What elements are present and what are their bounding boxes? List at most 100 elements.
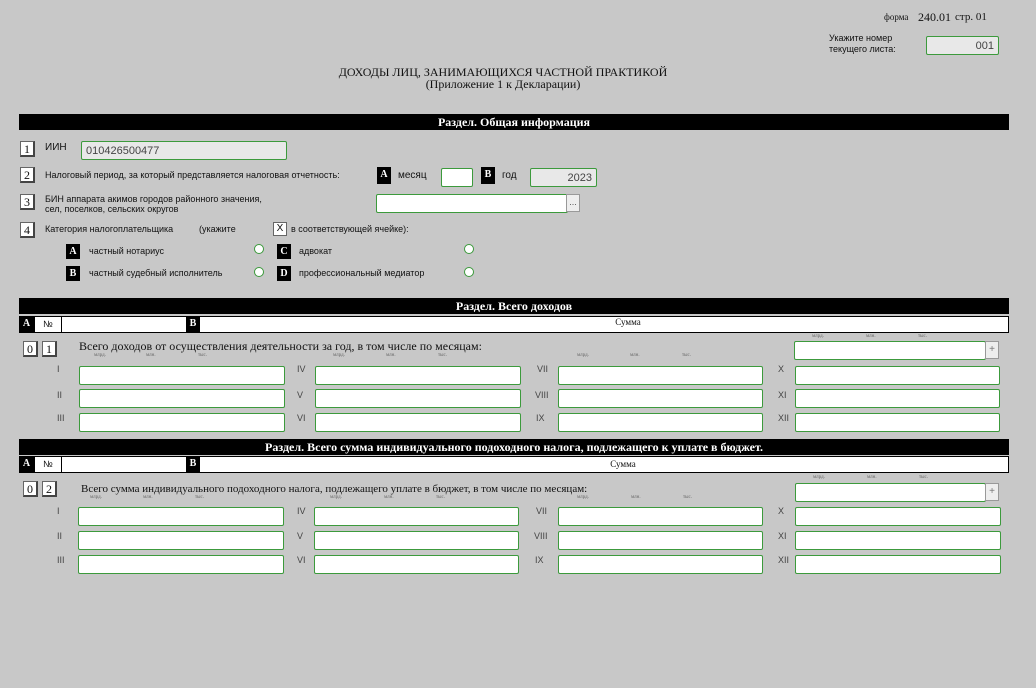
tax-month-input[interactable] (559, 556, 762, 573)
tax-month-input[interactable] (79, 556, 283, 573)
unit-mln: млн. (384, 495, 394, 500)
unit-thous: тыс. (198, 353, 208, 358)
bin-label-line2: сел, поселков, сельских округов (45, 204, 179, 214)
tax-month-field[interactable] (558, 531, 763, 550)
category-a-tag: A (66, 244, 80, 259)
bin-input[interactable] (377, 195, 567, 212)
income-month-input[interactable] (559, 390, 762, 407)
tax-code-digit-1: 0 (23, 481, 38, 497)
bin-lookup-button[interactable]: ... (566, 194, 580, 212)
income-month-input[interactable] (796, 367, 999, 384)
tax-total-field[interactable] (795, 483, 986, 502)
month-field[interactable] (441, 168, 473, 187)
income-month-field[interactable] (558, 413, 763, 432)
income-month-input[interactable] (80, 367, 284, 384)
category-d-radio[interactable] (464, 267, 474, 277)
tax-month-label: II (57, 531, 63, 541)
sheet-number-input[interactable] (927, 37, 998, 54)
income-month-field[interactable] (79, 366, 285, 385)
tax-month-field[interactable] (78, 507, 284, 526)
field-number-2: 2 (20, 167, 35, 183)
tax-total-input[interactable] (796, 484, 985, 501)
income-month-input[interactable] (559, 367, 762, 384)
tax-month-input[interactable] (559, 532, 762, 549)
income-month-input[interactable] (80, 390, 284, 407)
tax-month-field[interactable] (795, 555, 1001, 574)
unit-thous: тыс. (683, 495, 693, 500)
unit-thous: тыс. (436, 495, 446, 500)
income-month-input[interactable] (316, 390, 520, 407)
category-label: Категория налогоплательщика (45, 224, 174, 234)
tax-month-field[interactable] (78, 555, 284, 574)
unit-bln: млрд. (94, 353, 106, 358)
income-month-input[interactable] (796, 390, 999, 407)
unit-mln: млн. (143, 495, 153, 500)
tax-month-field[interactable] (314, 507, 519, 526)
tax-month-input[interactable] (796, 508, 1000, 525)
month-label: месяц (398, 170, 427, 181)
unit-mln: млн. (146, 353, 156, 358)
unit-thous: тыс. (438, 353, 448, 358)
income-month-field[interactable] (558, 366, 763, 385)
unit-thous: тыс. (918, 334, 928, 339)
income-month-field[interactable] (795, 366, 1000, 385)
income-month-field[interactable] (315, 413, 521, 432)
month-input[interactable] (442, 169, 472, 186)
tax-month-field[interactable] (314, 531, 519, 550)
income-month-field[interactable] (315, 366, 521, 385)
section-tax-header: Раздел. Всего сумма индивидуального подо… (19, 439, 1009, 455)
tax-month-field[interactable] (558, 555, 763, 574)
income-total-field[interactable] (794, 341, 986, 360)
income-month-field[interactable] (315, 389, 521, 408)
income-month-input[interactable] (316, 414, 520, 431)
category-b-radio[interactable] (254, 267, 264, 277)
bin-field[interactable] (376, 194, 568, 213)
iin-label: ИИН (45, 142, 67, 153)
income-row-label: Всего доходов от осуществления деятельно… (79, 339, 482, 353)
income-month-field[interactable] (795, 389, 1000, 408)
income-month-input[interactable] (80, 414, 284, 431)
tax-month-field[interactable] (314, 555, 519, 574)
unit-bln: млрд. (333, 353, 345, 358)
category-c-tag: C (277, 244, 291, 259)
tax-month-label: I (57, 506, 60, 516)
tax-month-field[interactable] (558, 507, 763, 526)
tax-expand-button[interactable]: + (985, 483, 999, 501)
sheet-label-line1: Укажите номер (829, 33, 893, 43)
unit-bln: млрд. (812, 334, 824, 339)
income-month-label: IX (536, 413, 545, 423)
income-col-sum: Сумма (615, 317, 641, 327)
income-month-input[interactable] (796, 414, 999, 431)
unit-mln: млн. (866, 334, 876, 339)
income-month-field[interactable] (79, 413, 285, 432)
page-subtitle: (Приложение 1 к Декларации) (425, 77, 581, 91)
tax-month-input[interactable] (315, 532, 518, 549)
tax-month-field[interactable] (78, 531, 284, 550)
tax-month-input[interactable] (79, 532, 283, 549)
income-month-field[interactable] (79, 389, 285, 408)
tax-month-input[interactable] (315, 508, 518, 525)
sheet-number-field[interactable] (926, 36, 999, 55)
income-month-input[interactable] (559, 414, 762, 431)
category-a-radio[interactable] (254, 244, 264, 254)
year-input[interactable] (531, 169, 596, 186)
iin-field[interactable] (81, 141, 287, 160)
tax-month-input[interactable] (796, 556, 1000, 573)
income-expand-button[interactable]: + (985, 341, 999, 359)
income-total-input[interactable] (795, 342, 985, 359)
tax-month-input[interactable] (796, 532, 1000, 549)
year-field[interactable] (530, 168, 597, 187)
tax-col-a: A (19, 456, 34, 473)
iin-input[interactable] (82, 142, 286, 159)
tax-month-field[interactable] (795, 507, 1001, 526)
income-month-field[interactable] (558, 389, 763, 408)
income-month-field[interactable] (795, 413, 1000, 432)
tax-month-input[interactable] (559, 508, 762, 525)
tax-month-input[interactable] (315, 556, 518, 573)
tax-month-input[interactable] (79, 508, 283, 525)
income-month-input[interactable] (316, 367, 520, 384)
sheet-label-line2: текущего листа: (829, 44, 896, 54)
category-c-radio[interactable] (464, 244, 474, 254)
tax-month-field[interactable] (795, 531, 1001, 550)
tax-month-label: XI (778, 531, 787, 541)
